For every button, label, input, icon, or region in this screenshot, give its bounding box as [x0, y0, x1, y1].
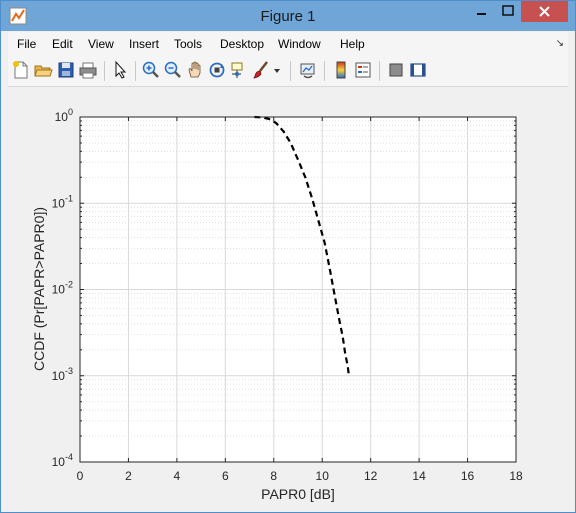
show-plot-tools-icon[interactable]: [408, 60, 428, 80]
link-plot-icon[interactable]: [298, 60, 318, 80]
menu-desktop[interactable]: Desktop: [220, 37, 264, 51]
open-file-icon[interactable]: [33, 60, 53, 80]
menu-view[interactable]: View: [88, 37, 114, 51]
x-tick-label: 18: [509, 469, 523, 483]
figure-toolbar: [8, 56, 568, 87]
close-button[interactable]: [521, 1, 568, 22]
menu-file[interactable]: File: [17, 37, 36, 51]
y-tick-label: 10-4: [52, 452, 73, 469]
toolbar-separator: [324, 61, 325, 81]
y-tick-label: 10-1: [52, 193, 73, 210]
menu-bar: File Edit View Insert Tools Desktop Wind…: [8, 32, 568, 56]
x-tick-label: 2: [125, 469, 132, 483]
toolbar-separator: [135, 61, 136, 81]
menu-help[interactable]: Help: [340, 37, 365, 51]
new-figure-icon[interactable]: [11, 60, 31, 80]
colorbar-icon[interactable]: [331, 60, 351, 80]
save-icon[interactable]: [56, 60, 76, 80]
figure-window: Figure 1 File Edit View Insert Tools Des…: [0, 0, 576, 513]
plot-svg[interactable]: 0 2 4 6 8 10 12 14 16 18 10-4 10-3 10-2 10-1 100 PAPR…: [8, 87, 568, 505]
x-tick-label: 14: [412, 469, 426, 483]
toolbar-separator: [379, 61, 380, 81]
x-tick-label: 12: [364, 469, 378, 483]
x-axis-label: PAPR0 [dB]: [261, 486, 335, 502]
y-tick-label: 100: [55, 107, 73, 124]
toolbar-separator: [104, 61, 105, 81]
brush-icon[interactable]: [251, 60, 271, 80]
x-tick-label: 6: [222, 469, 229, 483]
x-tick-label: 8: [270, 469, 277, 483]
x-tick-label: 4: [174, 469, 181, 483]
menu-tools[interactable]: Tools: [174, 37, 202, 51]
x-tick-label: 16: [461, 469, 475, 483]
maximize-button[interactable]: [495, 1, 521, 22]
menu-edit[interactable]: Edit: [52, 37, 73, 51]
y-axis-label: CCDF (Pr[PAPR>PAPR0]): [31, 207, 47, 371]
legend-icon[interactable]: [353, 60, 373, 80]
y-tick-label: 10-2: [52, 280, 73, 297]
pan-icon[interactable]: [185, 60, 205, 80]
minimize-button[interactable]: [468, 1, 495, 22]
dropdown-arrow-icon[interactable]: [272, 60, 282, 80]
print-icon[interactable]: [78, 60, 98, 80]
toolbar-separator: [290, 61, 291, 81]
menu-window[interactable]: Window: [278, 37, 321, 51]
figure-canvas: 0 2 4 6 8 10 12 14 16 18 10-4 10-3 10-2 10-1 100 PAPR…: [8, 87, 568, 505]
menu-insert[interactable]: Insert: [129, 37, 159, 51]
hide-plot-tools-icon[interactable]: [386, 60, 406, 80]
data-cursor-icon[interactable]: [229, 60, 249, 80]
pointer-icon[interactable]: [110, 60, 130, 80]
x-tick-label: 10: [316, 469, 330, 483]
rotate-3d-icon[interactable]: [207, 60, 227, 80]
x-tick-label: 0: [77, 469, 84, 483]
zoom-out-icon[interactable]: [163, 60, 183, 80]
dock-arrow-icon[interactable]: ↘: [556, 38, 564, 49]
y-tick-label: 10-3: [52, 366, 73, 383]
title-bar[interactable]: Figure 1: [1, 1, 575, 31]
zoom-in-icon[interactable]: [141, 60, 161, 80]
